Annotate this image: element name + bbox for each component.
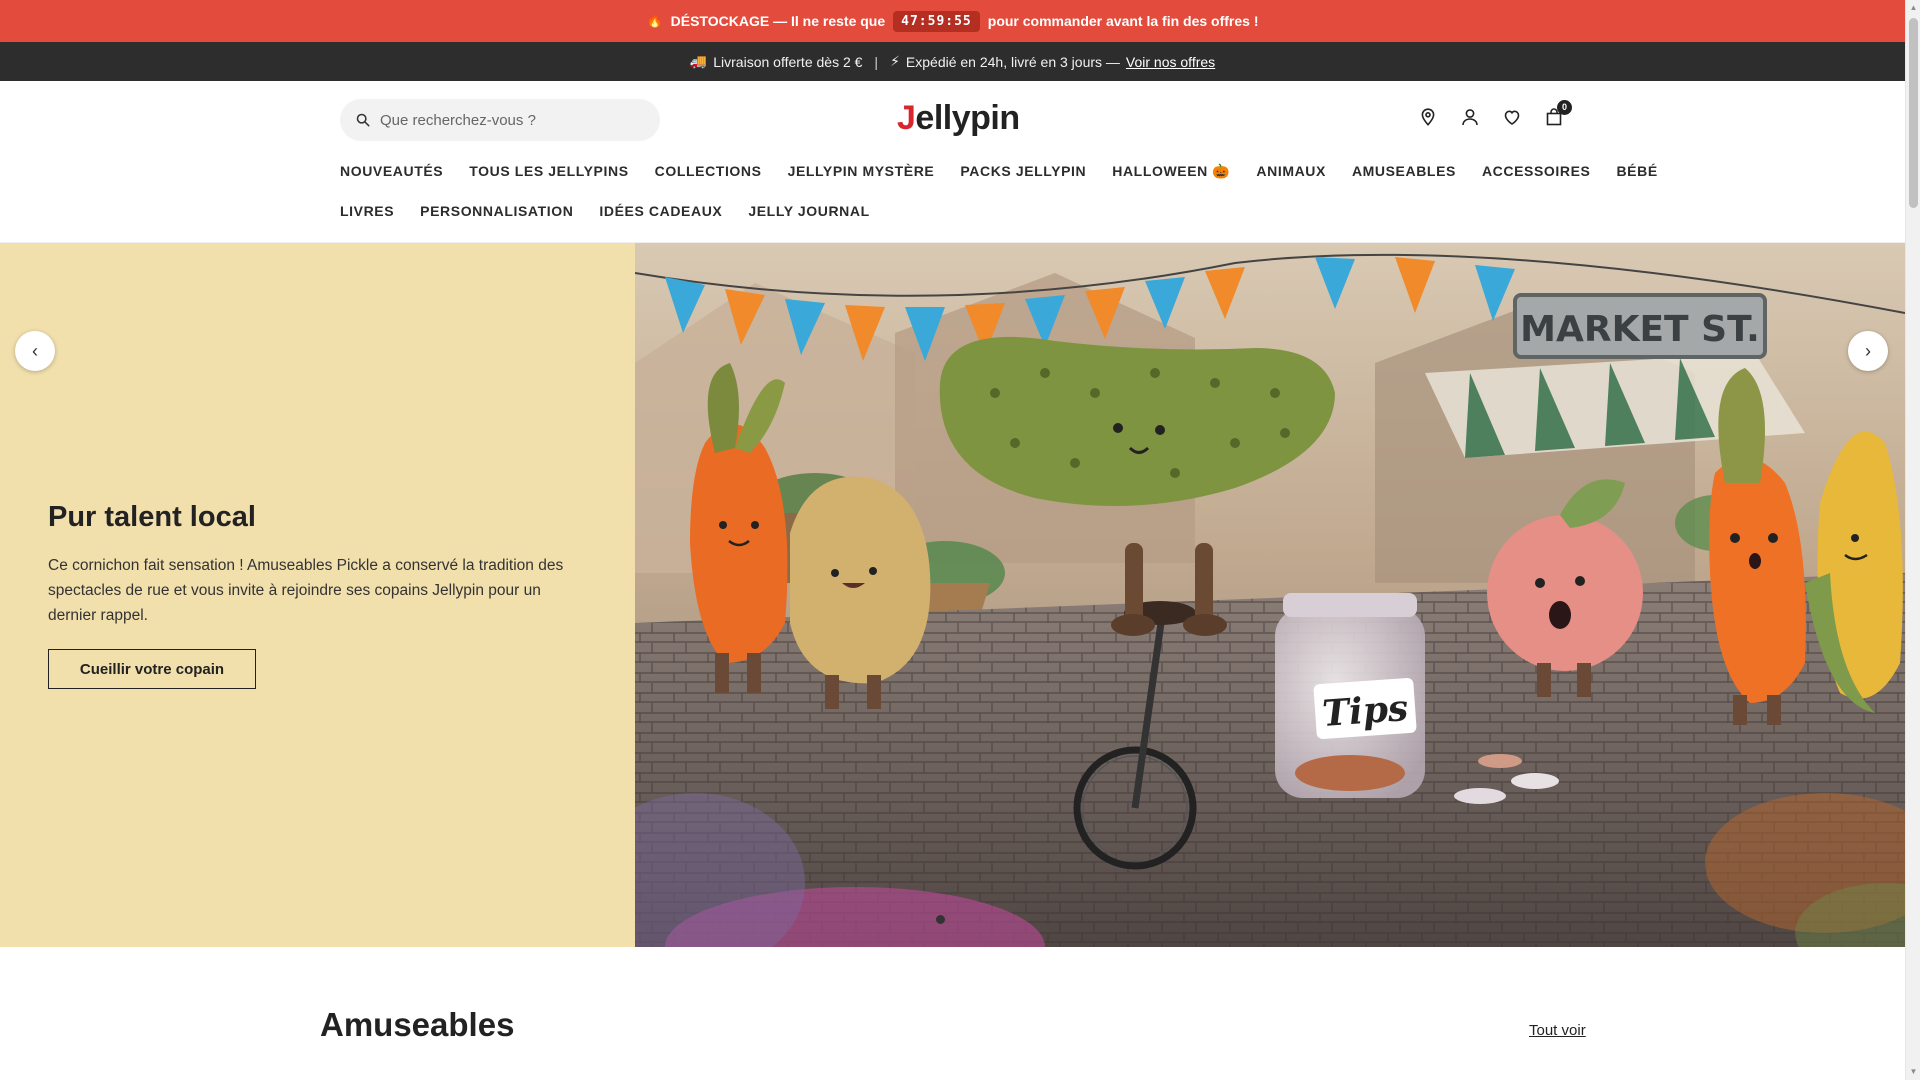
nav-item-jellypin-mystere[interactable]: JELLYPIN MYSTÈRE (788, 161, 935, 182)
chevron-right-icon: › (1865, 340, 1871, 361)
nav-item-nouveautes[interactable]: NOUVEAUTÉS (340, 161, 443, 182)
search-input[interactable] (380, 111, 640, 129)
nav-item-amuseables[interactable]: AMUSEABLES (1352, 161, 1456, 182)
logo-initial: J (897, 99, 916, 137)
hero-description: Ce cornichon fait sensation ! Amuseables… (48, 557, 564, 624)
slider-prev-button[interactable]: ‹ (15, 331, 55, 371)
promo-text-after: pour commander avant la fin des offres ! (987, 13, 1259, 29)
slider-dot-active[interactable] (936, 915, 945, 924)
nav-item-packs-jellypin[interactable]: PACKS JELLYPIN (960, 161, 1086, 182)
search-icon (356, 113, 370, 127)
nav-item-halloween[interactable]: HALLOWEEN 🎃 (1112, 161, 1230, 182)
nav-item-livres[interactable]: LIVRES (340, 201, 394, 221)
market-scene-illustration: MARKET ST. Tips (635, 243, 1905, 947)
shipping-text-free: Livraison offerte dès 2 € (713, 53, 863, 70)
page-scrollbar[interactable]: ▲ ▼ (1905, 0, 1920, 1080)
logo-text: ellypin (915, 99, 1020, 137)
hero-cta-button[interactable]: Cueillir votre copain (48, 649, 256, 689)
hero-text-panel: Pur talent local Ce cornichon fait sensa… (0, 243, 635, 947)
truck-icon: 🚚 (689, 53, 708, 69)
account-icon[interactable] (1460, 107, 1480, 127)
store-location-icon[interactable] (1418, 107, 1438, 127)
scrollbar-thumb[interactable] (1909, 18, 1918, 208)
nav-item-personnalisation[interactable]: PERSONNALISATION (420, 201, 573, 221)
site-logo[interactable]: Jellypin (897, 99, 1020, 138)
hero-image: MARKET ST. Tips (635, 243, 1905, 947)
search-bar[interactable] (340, 99, 660, 141)
site-header: Jellypin 0 NOUVEAUTÉS (0, 81, 1905, 243)
countdown-timer: 47:59:55 (893, 10, 980, 32)
promo-text-before: DÉSTOCKAGE — Il ne reste que (670, 13, 886, 29)
nav-item-bebe[interactable]: BÉBÉ (1616, 161, 1657, 182)
bolt-icon: ⚡ (890, 53, 900, 69)
see-all-link[interactable]: Tout voir (1529, 1022, 1586, 1039)
nav-item-collections[interactable]: COLLECTIONS (655, 161, 762, 182)
market-street-sign-text: MARKET ST. (1520, 309, 1760, 350)
section-title-amuseables: Amuseables (320, 1006, 515, 1043)
main-nav-row-2: LIVRES PERSONNALISATION IDÉES CADEAUX JE… (340, 201, 870, 221)
nav-item-tous-les-jellypins[interactable]: TOUS LES JELLYPINS (469, 161, 628, 182)
header-icons: 0 (1418, 100, 1572, 127)
cart-count-badge: 0 (1557, 100, 1572, 115)
nav-item-idees-cadeaux[interactable]: IDÉES CADEAUX (599, 201, 722, 221)
cart-button[interactable]: 0 (1544, 100, 1572, 127)
hero-title: Pur talent local (48, 501, 256, 533)
nav-item-accessoires[interactable]: ACCESSOIRES (1482, 161, 1591, 182)
main-nav-row-1: NOUVEAUTÉS TOUS LES JELLYPINS COLLECTION… (340, 161, 1658, 182)
shipping-bar: 🚚 Livraison offerte dès 2 € | ⚡ Expédié … (0, 42, 1905, 81)
shipping-separator: | (874, 53, 879, 70)
scroll-down-arrow-icon[interactable]: ▼ (1906, 1064, 1920, 1080)
hero-slider: Pur talent local Ce cornichon fait sensa… (0, 243, 1905, 947)
see-offers-link[interactable]: Voir nos offres (1126, 54, 1215, 70)
nav-item-animaux[interactable]: ANIMAUX (1256, 161, 1326, 182)
wishlist-heart-icon[interactable] (1502, 107, 1522, 127)
chevron-left-icon: ‹ (32, 340, 38, 361)
fire-icon: 🔥 (646, 13, 663, 28)
slider-dots (936, 915, 945, 924)
shipping-text-fast: Expédié en 24h, livré en 3 jours — (905, 53, 1120, 70)
slider-next-button[interactable]: › (1848, 331, 1888, 371)
nav-item-jelly-journal[interactable]: JELLY JOURNAL (748, 201, 869, 221)
promo-bar: 🔥 DÉSTOCKAGE — Il ne reste que 47:59:55 … (0, 0, 1905, 42)
scroll-up-arrow-icon[interactable]: ▲ (1906, 0, 1920, 16)
page: 🔥 DÉSTOCKAGE — Il ne reste que 47:59:55 … (0, 0, 1905, 1080)
tips-jar-label: Tips (1321, 687, 1410, 735)
